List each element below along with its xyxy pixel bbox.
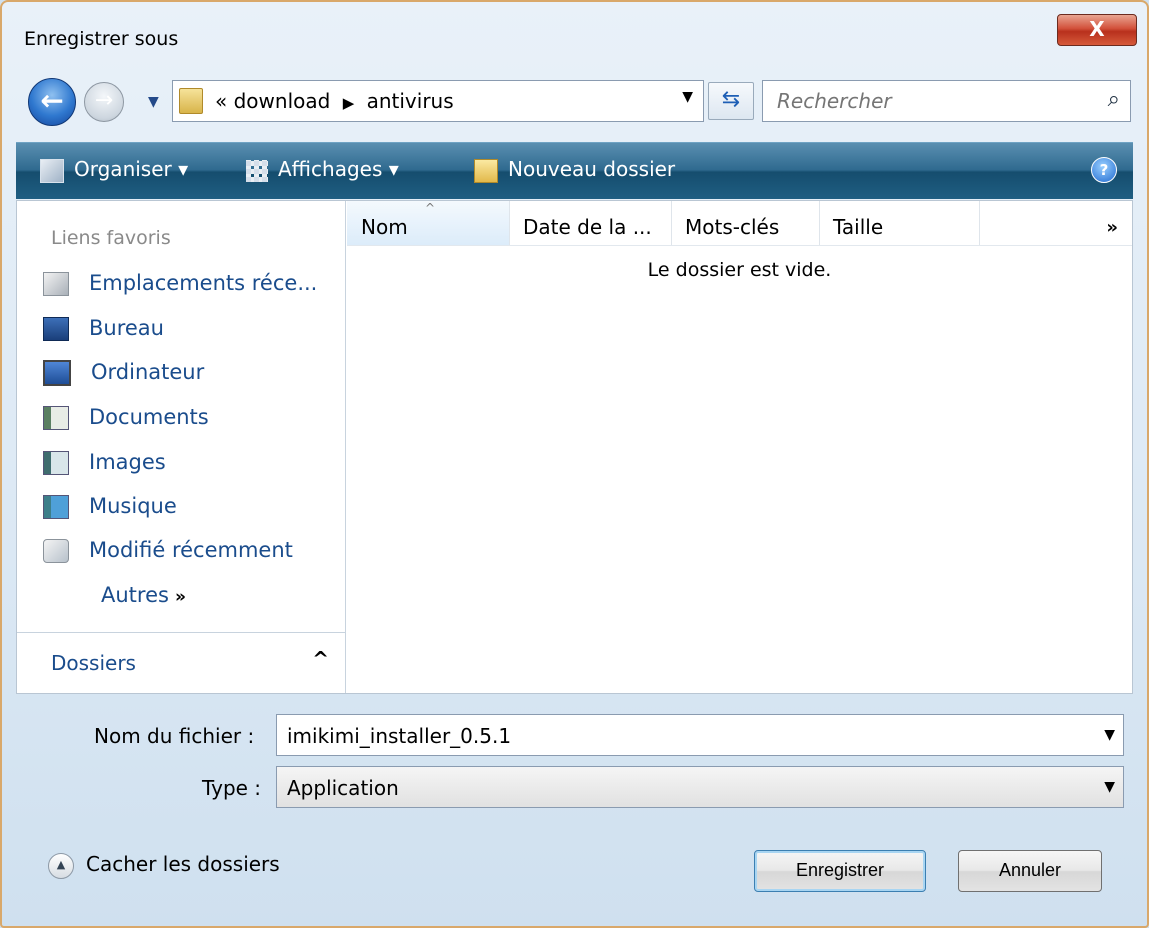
chevron-up-icon[interactable]: ^ bbox=[312, 647, 329, 671]
sidebar-item-documents[interactable]: Documents bbox=[43, 405, 209, 430]
history-dropdown-icon[interactable]: ▼ bbox=[148, 94, 159, 110]
help-icon[interactable]: ? bbox=[1091, 157, 1117, 183]
navigation-bar: ← → ▼ « download ▶ antivirus ▼ ⇆ ⌕ bbox=[28, 78, 1131, 126]
pictures-icon bbox=[43, 451, 69, 475]
forward-button[interactable]: → bbox=[84, 82, 124, 122]
type-value: Application bbox=[287, 776, 399, 800]
breadcrumb-antivirus[interactable]: antivirus bbox=[367, 89, 454, 113]
new-folder-button[interactable]: Nouveau dossier bbox=[474, 157, 675, 183]
views-label: Affichages bbox=[278, 157, 383, 181]
more-links[interactable]: Autres» bbox=[101, 583, 186, 607]
title-bar: Enregistrer sous X bbox=[2, 2, 1147, 66]
column-name[interactable]: ^ Nom bbox=[347, 201, 510, 245]
folders-label: Dossiers bbox=[51, 651, 136, 675]
sidebar-item-pictures[interactable]: Images bbox=[43, 450, 166, 475]
command-bar: Organiser ▾ Affichages ▾ Nouveau dossier… bbox=[16, 142, 1133, 199]
cancel-button[interactable]: Annuler bbox=[958, 850, 1102, 892]
hide-folders-label: Cacher les dossiers bbox=[86, 852, 280, 876]
hide-folders-toggle[interactable]: ▲ Cacher les dossiers bbox=[48, 852, 280, 879]
music-icon bbox=[43, 495, 69, 519]
filename-value[interactable]: imikimi_installer_0.5.1 bbox=[287, 724, 511, 748]
chevron-down-icon[interactable]: ▼ bbox=[1104, 779, 1115, 795]
recent-places-icon bbox=[43, 272, 69, 296]
column-date-label: Date de la ... bbox=[523, 215, 652, 239]
double-chevron-icon: » bbox=[174, 587, 186, 607]
refresh-button[interactable]: ⇆ bbox=[708, 82, 754, 120]
new-folder-label: Nouveau dossier bbox=[508, 157, 676, 181]
type-select[interactable]: Application ▼ bbox=[276, 766, 1124, 808]
sidebar-item-label: Images bbox=[89, 450, 166, 474]
sidebar-item-label: Modifié récemment bbox=[89, 538, 293, 562]
desktop-icon bbox=[43, 317, 69, 341]
column-size[interactable]: Taille bbox=[819, 201, 980, 245]
search-icon[interactable]: ⌕ bbox=[1108, 87, 1120, 112]
organize-menu[interactable]: Organiser ▾ bbox=[40, 157, 188, 183]
sidebar-item-label: Documents bbox=[89, 405, 209, 429]
search-box[interactable]: ⌕ bbox=[762, 80, 1131, 122]
more-columns-icon[interactable]: » bbox=[1106, 217, 1118, 238]
filename-field[interactable]: imikimi_installer_0.5.1 ▼ bbox=[276, 714, 1124, 756]
recently-changed-icon bbox=[43, 539, 69, 563]
organize-icon bbox=[40, 158, 64, 183]
column-date[interactable]: Date de la ... bbox=[509, 201, 672, 245]
filename-label: Nom du fichier : bbox=[94, 724, 255, 748]
documents-icon bbox=[43, 406, 69, 430]
search-input[interactable] bbox=[763, 81, 1079, 121]
chevron-down-icon[interactable]: ▼ bbox=[1104, 727, 1115, 743]
views-menu[interactable]: Affichages ▾ bbox=[246, 157, 399, 182]
sidebar-item-label: Emplacements réce... bbox=[89, 271, 318, 295]
breadcrumb-download[interactable]: download bbox=[234, 89, 331, 113]
breadcrumb-overflow[interactable]: « bbox=[215, 89, 227, 113]
sidebar-item-desktop[interactable]: Bureau bbox=[43, 316, 164, 341]
address-bar[interactable]: « download ▶ antivirus ▼ bbox=[172, 80, 704, 122]
save-as-dialog: Enregistrer sous X ← → ▼ « download ▶ an… bbox=[0, 0, 1149, 928]
chevron-right-icon[interactable]: ▶ bbox=[343, 94, 355, 112]
column-header-row: ^ Nom Date de la ... Mots-clés Taille » bbox=[347, 201, 1132, 246]
file-list: ^ Nom Date de la ... Mots-clés Taille » … bbox=[347, 201, 1132, 693]
sidebar-item-music[interactable]: Musique bbox=[43, 494, 177, 519]
type-label: Type : bbox=[202, 776, 262, 800]
computer-icon bbox=[43, 360, 71, 386]
sidebar-item-computer[interactable]: Ordinateur bbox=[43, 360, 204, 386]
column-tags[interactable]: Mots-clés bbox=[671, 201, 820, 245]
organize-label: Organiser bbox=[74, 157, 172, 181]
collapse-icon: ▲ bbox=[48, 852, 74, 879]
close-button[interactable]: X bbox=[1057, 14, 1137, 46]
sidebar-item-recent-places[interactable]: Emplacements réce... bbox=[43, 271, 317, 296]
more-links-label: Autres bbox=[101, 583, 169, 607]
new-folder-icon bbox=[474, 158, 498, 183]
empty-folder-message: Le dossier est vide. bbox=[647, 259, 832, 281]
sort-ascending-icon: ^ bbox=[425, 201, 436, 215]
column-size-label: Taille bbox=[833, 215, 884, 239]
folder-icon bbox=[179, 88, 203, 114]
breadcrumb: « download ▶ antivirus bbox=[215, 89, 454, 113]
window-title: Enregistrer sous bbox=[24, 28, 179, 50]
sidebar-item-label: Musique bbox=[89, 494, 177, 518]
views-icon bbox=[246, 159, 268, 182]
save-button[interactable]: Enregistrer bbox=[754, 850, 926, 892]
back-button[interactable]: ← bbox=[28, 78, 76, 126]
column-name-label: Nom bbox=[361, 215, 408, 239]
folders-section[interactable]: Dossiers ^ bbox=[17, 632, 345, 693]
sidebar-item-recently-changed[interactable]: Modifié récemment bbox=[43, 538, 293, 563]
sidebar-item-label: Ordinateur bbox=[91, 360, 205, 384]
navigation-pane: Liens favoris Emplacements réce... Burea… bbox=[17, 201, 346, 693]
sidebar-item-label: Bureau bbox=[89, 316, 164, 340]
column-tags-label: Mots-clés bbox=[685, 215, 780, 239]
favorites-heading: Liens favoris bbox=[51, 227, 171, 249]
address-dropdown-icon[interactable]: ▼ bbox=[682, 89, 693, 105]
browser-pane: Liens favoris Emplacements réce... Burea… bbox=[16, 200, 1133, 694]
